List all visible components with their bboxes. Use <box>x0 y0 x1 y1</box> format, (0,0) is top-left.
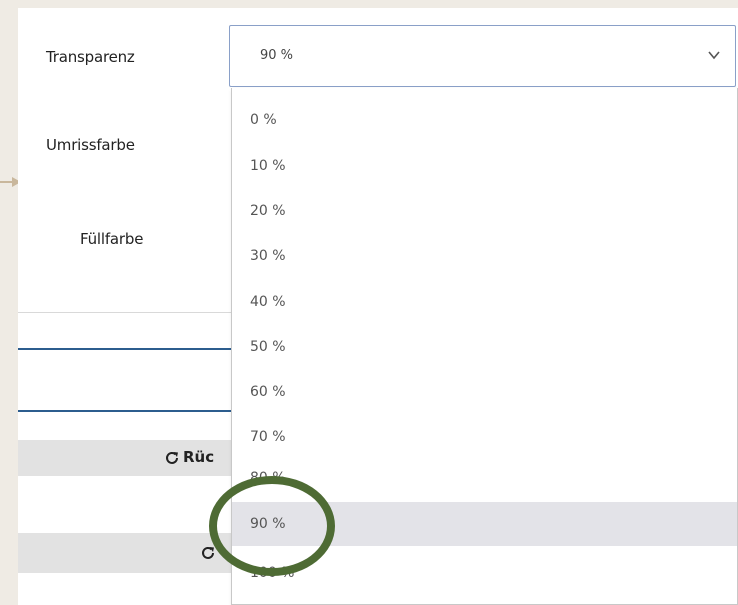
transparency-select[interactable]: 90 % <box>229 25 736 87</box>
option-70[interactable]: 70 % <box>232 415 737 459</box>
input-underline <box>18 348 231 350</box>
reset-icon[interactable] <box>164 450 180 466</box>
highlight-circle-annotation <box>209 476 335 576</box>
option-30[interactable]: 30 % <box>232 234 737 278</box>
transparency-select-value: 90 % <box>260 48 294 63</box>
option-20[interactable]: 20 % <box>232 189 737 233</box>
reset-icon[interactable] <box>200 545 216 561</box>
option-0[interactable]: 0 % <box>232 98 737 142</box>
divider <box>18 312 231 313</box>
option-50[interactable]: 50 % <box>232 325 737 369</box>
fill-color-label: Füllfarbe <box>80 230 144 248</box>
outline-color-label: Umrissfarbe <box>46 136 135 154</box>
chevron-down-icon[interactable] <box>707 48 721 62</box>
option-10[interactable]: 10 % <box>232 144 737 188</box>
reset-button-label[interactable]: Rüc <box>183 448 214 466</box>
option-60[interactable]: 60 % <box>232 370 737 414</box>
option-40[interactable]: 40 % <box>232 280 737 324</box>
transparency-label: Transparenz <box>46 48 135 66</box>
input-underline <box>18 410 231 412</box>
